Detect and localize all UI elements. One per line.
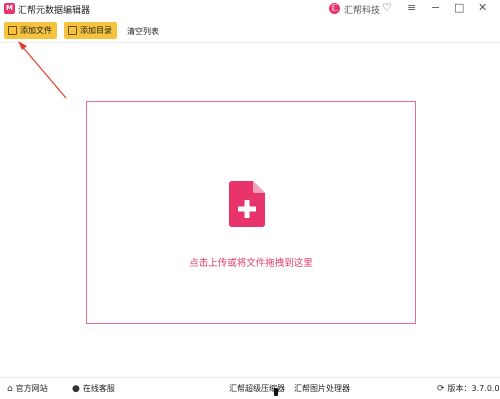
website-label: 官方网站 [15,384,48,393]
service-label: 在线客服 [82,384,115,393]
footer-divider [0,377,500,378]
user-icon: ● [72,383,80,394]
dropzone-hint: 点击上传或将文件拖拽到这里 [189,258,313,269]
image-processor-label: 汇帮图片处理器 [294,384,350,393]
mouse-cursor [274,388,278,396]
website-link[interactable]: ⌂ 官方网站 [7,383,48,394]
version-info[interactable]: ⟳ 版本： 3.7.0.0 [437,383,500,394]
upload-dropzone[interactable]: 点击上传或将文件拖拽到这里 [86,101,416,324]
add-document-icon [229,181,265,227]
version-value: 3.7.0.0 [471,384,500,393]
version-label: 版本： [447,384,472,393]
home-icon: ⌂ [7,383,13,394]
refresh-icon: ⟳ [437,383,445,394]
online-service-link[interactable]: ● 在线客服 [72,383,115,394]
image-processor-link[interactable]: 汇帮图片处理器 [294,383,350,394]
